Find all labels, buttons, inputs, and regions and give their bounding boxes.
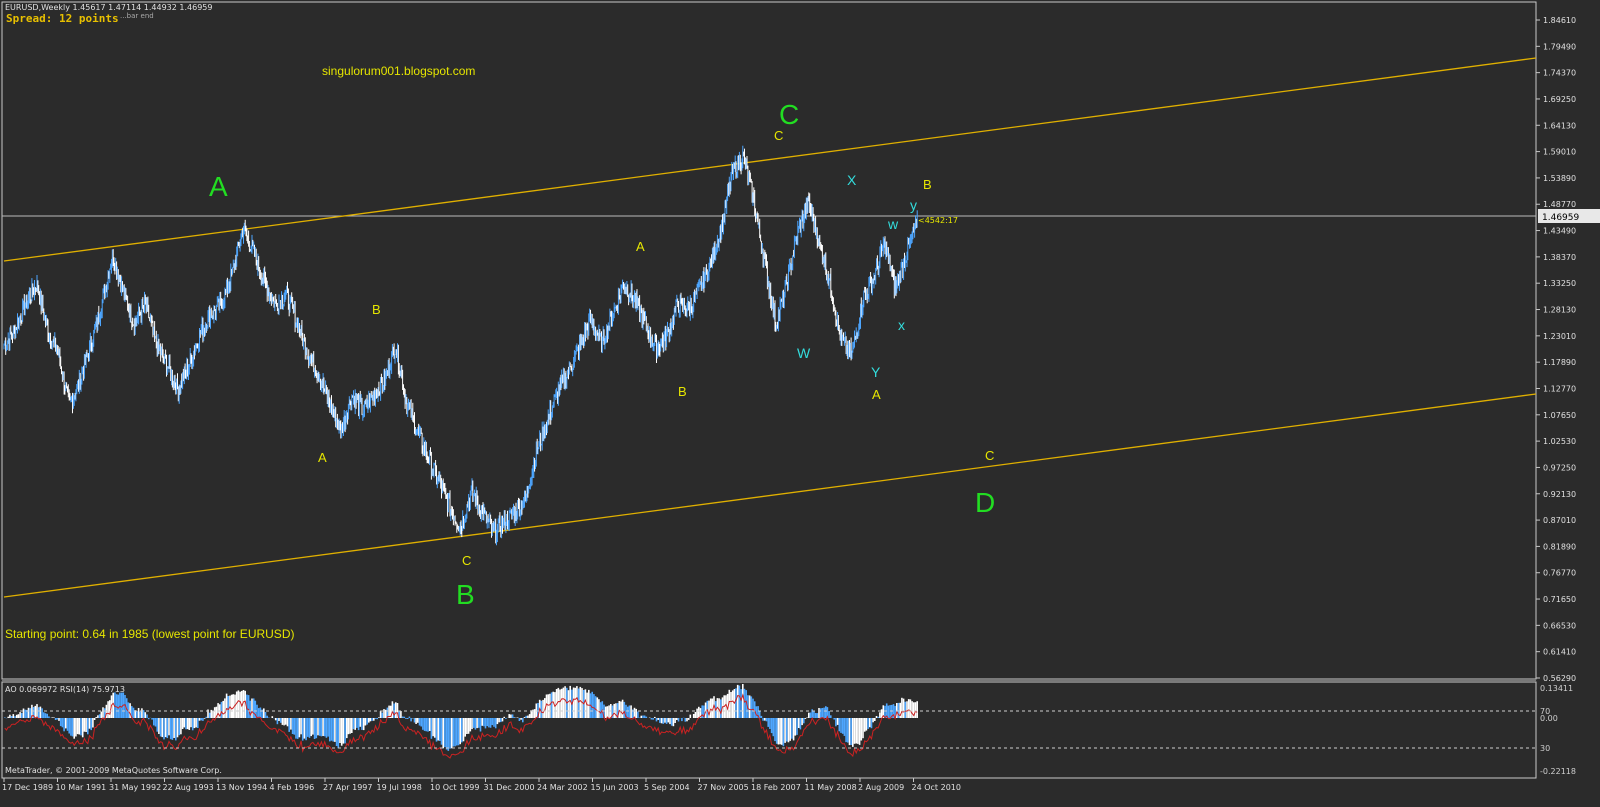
price-marker-label: <4542:17 [918,216,958,225]
price-tick-label: 0.92130 [1543,490,1576,499]
wave-cyan-X: X [847,172,857,188]
price-tick-label: 1.17890 [1543,358,1576,367]
price-tick-label: 1.69250 [1543,95,1576,104]
time-tick-label: 27 Nov 2005 [698,783,749,792]
wave-minor-B1: B [372,302,381,317]
time-axis: 17 Dec 1989 10 Mar 1991 31 May 1992 22 Aug … [2,778,961,792]
time-tick-label: 31 Dec 2000 [484,783,535,792]
price-tick-label: 0.66530 [1543,621,1576,630]
wave-cyan-Y: Y [871,364,881,380]
wave-cyan-y: y [910,197,917,213]
wave-cyan-x: x [898,317,905,333]
time-tick-label: 2 Aug 2009 [858,783,904,792]
price-tick-label: 0.71650 [1543,595,1576,604]
price-tick-label: 1.48770 [1543,200,1576,209]
time-tick-label: 22 Aug 1993 [163,783,214,792]
price-tick-label: 1.23010 [1543,332,1576,341]
price-tick-label: 1.28130 [1543,306,1576,315]
price-tick-label: 1.43490 [1543,227,1576,236]
copyright-footer: MetaTrader, © 2001-2009 MetaQuotes Softw… [5,766,222,775]
price-tick-label: 1.59010 [1543,148,1576,157]
price-bars [3,145,918,546]
wave-minor-C2: C [774,128,783,143]
ind-level-30: 30 [1540,744,1550,753]
time-tick-label: 4 Feb 1996 [270,783,315,792]
time-tick-label: 17 Dec 1989 [2,783,53,792]
price-tick-label: 1.33250 [1543,279,1576,288]
symbol-info: EURUSD,Weekly 1.45617 1.47114 1.44932 1.… [5,3,213,12]
current-price-label: 1.46959 [1542,213,1579,223]
price-tick-label: 1.74370 [1543,69,1576,78]
time-tick-label: 13 Nov 1994 [216,783,267,792]
price-tick-label: 1.79490 [1543,42,1576,51]
header-subtitle: ...bar end [120,12,154,20]
wave-minor-C3: C [985,448,994,463]
price-tick-label: 0.76770 [1543,569,1576,578]
spread-info: Spread: 12 points [6,12,119,25]
price-tick-label: 1.07650 [1543,411,1576,420]
main-chart-frame [1,1,1537,680]
indicator-label: AO 0.069972 RSI(14) 75.9713 [5,685,125,694]
ind-tick-max: 0.13411 [1540,684,1573,693]
price-tick-label: 0.61410 [1543,648,1576,657]
channel-upper-line[interactable] [3,57,1537,262]
price-tick-label: 1.12770 [1543,384,1576,393]
indicator-pane [4,684,919,759]
time-tick-label: 5 Sep 2004 [644,783,690,792]
time-tick-label: 31 May 1992 [109,783,161,792]
time-tick-label: 27 Apr 1997 [323,783,372,792]
price-tick-label: 0.87010 [1543,516,1576,525]
time-tick-label: 19 Jul 1998 [377,783,422,792]
time-tick-label: 18 Feb 2007 [751,783,801,792]
wave-minor-A2: A [636,239,645,254]
wave-minor-B2: B [678,384,687,399]
wave-minor-B3: B [923,177,932,192]
time-tick-label: 24 Oct 2010 [912,783,961,792]
price-tick-label: 1.53890 [1543,174,1576,183]
time-tick-label: 24 Mar 2002 [537,783,588,792]
ind-level-zero: 0.00 [1540,714,1558,723]
wave-primary-D: D [975,487,995,518]
channel-lower-line[interactable] [3,393,1537,598]
ind-tick-min: -0.22118 [1540,767,1576,776]
wave-primary-A: A [209,171,228,202]
wave-cyan-W: W [797,345,811,361]
wave-minor-A1: A [318,450,327,465]
price-chart[interactable]: 1.84610 1.79490 1.74370 1.69250 1.64130 1.590… [0,0,1600,807]
price-tick-label: 1.38370 [1543,253,1576,262]
price-tick-label: 0.97250 [1543,463,1576,472]
price-tick-label: 0.81890 [1543,542,1576,551]
blog-watermark: singulorum001.blogspot.com [322,64,476,78]
wave-primary-C: C [779,99,799,130]
wave-minor-A3: A [872,387,881,402]
time-tick-label: 11 May 2008 [805,783,857,792]
price-tick-label: 1.64130 [1543,121,1576,130]
price-tick-label: 0.56290 [1543,674,1576,683]
price-tick-label: 1.02530 [1543,437,1576,446]
time-tick-label: 10 Oct 1999 [430,783,479,792]
time-tick-label: 15 Jun 2003 [591,783,639,792]
price-tick-label: 1.84610 [1543,16,1576,25]
wave-cyan-w: w [887,216,899,232]
price-axis: 1.84610 1.79490 1.74370 1.69250 1.64130 1.590… [1536,16,1576,683]
wave-primary-B: B [456,579,475,610]
wave-minor-C1: C [462,553,471,568]
time-tick-label: 10 Mar 1991 [56,783,107,792]
starting-point-note: Starting point: 0.64 in 1985 (lowest poi… [5,627,295,641]
